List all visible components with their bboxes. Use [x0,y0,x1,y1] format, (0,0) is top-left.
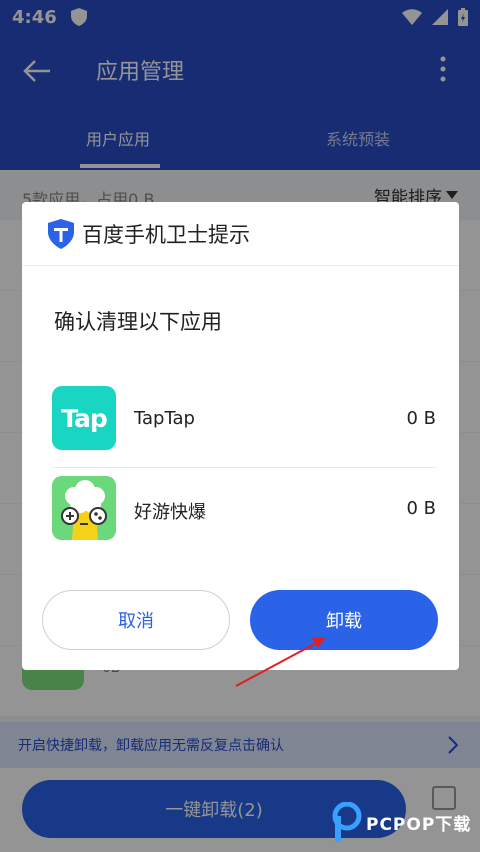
watermark: PCPOP下载 [332,800,471,844]
app-name: 好游快爆 [134,502,206,523]
pcpop-logo-icon [332,802,362,842]
app-size: 0 B [406,498,436,519]
uninstall-button[interactable]: 卸载 [250,590,438,650]
taptap-icon: Tap [52,386,116,450]
baidu-guard-shield-icon [48,218,74,249]
confirm-dialog: 百度手机卫士提示 确认清理以下应用 Tap TapTap 0 B 好游快爆 0 … [22,202,459,670]
haoyoukuaibao-icon [52,476,116,540]
dialog-header: 百度手机卫士提示 [22,202,459,266]
dialog-title: 百度手机卫士提示 [82,222,250,247]
app-size: 0 B [406,408,436,429]
app-list-item: Tap TapTap 0 B [52,378,436,468]
app-name: TapTap [134,408,195,429]
app-list-item: 好游快爆 0 B [52,468,436,558]
watermark-text: PCPOP下载 [366,814,472,835]
confirm-message: 确认清理以下应用 [54,310,222,334]
cancel-button[interactable]: 取消 [42,590,230,650]
